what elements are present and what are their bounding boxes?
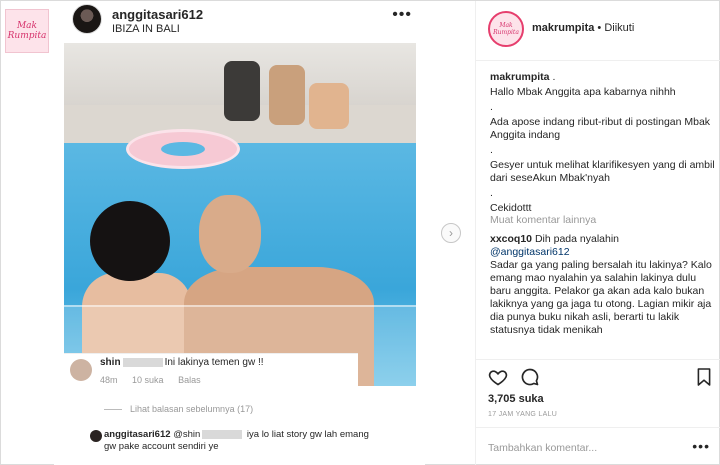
profile-avatar[interactable]: Mak Rumpita [488, 11, 524, 47]
commenter-avatar [70, 359, 92, 381]
post-header: Mak Rumpita makrumpita • Diikuti [476, 1, 720, 61]
embedded-comment: shin Ini lakinya temen gw !! 48m 10 suka … [64, 353, 358, 388]
post-sidebar: Mak Rumpita makrumpita • Diikuti makrump… [475, 1, 720, 465]
comment-reply: Balas [178, 375, 201, 385]
embedded-post-header: anggitasari612 IBIZA IN BALI ••• [72, 4, 412, 38]
redacted-username [122, 357, 163, 367]
caption-line: . [490, 187, 493, 199]
woman-head [90, 201, 170, 281]
redacted-mention [202, 429, 243, 439]
embedded-username: anggitasari612 [112, 7, 204, 22]
load-more-comments-link[interactable]: Muat komentar lainnya [490, 214, 596, 226]
reply-mention: @shin [173, 429, 201, 440]
makrumpita-logo: Mak Rumpita [7, 21, 47, 41]
post-photo [64, 43, 416, 386]
view-previous-replies: Lihat balasan sebelumnya (17) [104, 404, 253, 414]
comment-age: 48m [100, 375, 118, 385]
more-options-icon: ••• [392, 6, 412, 23]
chevron-right-icon[interactable]: › [441, 223, 461, 243]
add-comment-bar: Tambahkan komentar... ••• [476, 427, 720, 465]
like-count[interactable]: 3,705 suka [488, 393, 544, 405]
post-caption: makrumpita . Hallo Mbak Anggita apa kaba… [490, 71, 716, 217]
commenter-username[interactable]: xxcoq10 [490, 233, 532, 245]
embedded-location: IBIZA IN BALI [112, 23, 180, 35]
post-actions [476, 359, 720, 393]
separator: • [594, 22, 605, 34]
man-head [199, 195, 261, 273]
caption-line: . [490, 144, 493, 156]
heart-icon[interactable] [488, 367, 508, 387]
caption-line: Hallo Mbak Anggita apa kabarnya nihhh [490, 86, 676, 98]
comment-body: Ini lakinya temen gw !! [164, 357, 264, 368]
comment-bubble-icon[interactable] [520, 367, 540, 387]
comment-item: xxcoq10 Dih pada nyalahin @anggitasari61… [490, 233, 714, 337]
comment-text: Sadar ga yang paling bersalah itu lakiny… [490, 259, 712, 336]
caption-line: makrumpita . [490, 71, 556, 83]
instagram-post-frame: Mak Rumpita anggitasari612 IBIZA IN BALI… [0, 0, 720, 465]
more-options-icon[interactable]: ••• [692, 438, 710, 454]
post-timestamp: 17 JAM YANG LALU [488, 411, 558, 418]
donut-pool-float [126, 129, 240, 169]
comment-input[interactable]: Tambahkan komentar... [488, 442, 597, 454]
post-username[interactable]: makrumpita [532, 22, 594, 34]
comment-meta: 48m 10 suka Balas [100, 375, 213, 385]
bookmark-icon[interactable] [696, 367, 712, 387]
embedded-comment-text: shin Ini lakinya temen gw !! [100, 357, 264, 368]
reply-avatar [90, 430, 102, 442]
embedded-screenshot: anggitasari612 IBIZA IN BALI ••• [54, 1, 425, 465]
embedded-avatar [72, 4, 102, 34]
caption-line: Ada apose indang ribut-ribut di postinga… [490, 116, 711, 141]
makrumpita-logo: Mak Rumpita [493, 22, 519, 36]
comment-likes: 10 suka [132, 375, 164, 385]
caption-line: . [490, 101, 493, 113]
reply-username: anggitasari612 [104, 429, 171, 440]
embedded-reply: anggitasari612 @shin iya lo liat story g… [90, 429, 374, 453]
follow-status[interactable]: Diikuti [604, 22, 634, 34]
post-user-line: makrumpita • Diikuti [532, 22, 634, 34]
caption-line: Gesyer untuk melihat klarifikesyen yang … [490, 159, 715, 184]
caption-username[interactable]: makrumpita [490, 71, 550, 83]
person-background [309, 83, 349, 129]
comment-text: Dih pada nyalahin [532, 233, 620, 245]
comment-mention[interactable]: @anggitasari612 [490, 246, 714, 259]
poster-avatar[interactable]: Mak Rumpita [5, 9, 49, 53]
person-background [224, 61, 260, 121]
comment-username: shin [100, 357, 121, 368]
person-background [269, 65, 305, 125]
